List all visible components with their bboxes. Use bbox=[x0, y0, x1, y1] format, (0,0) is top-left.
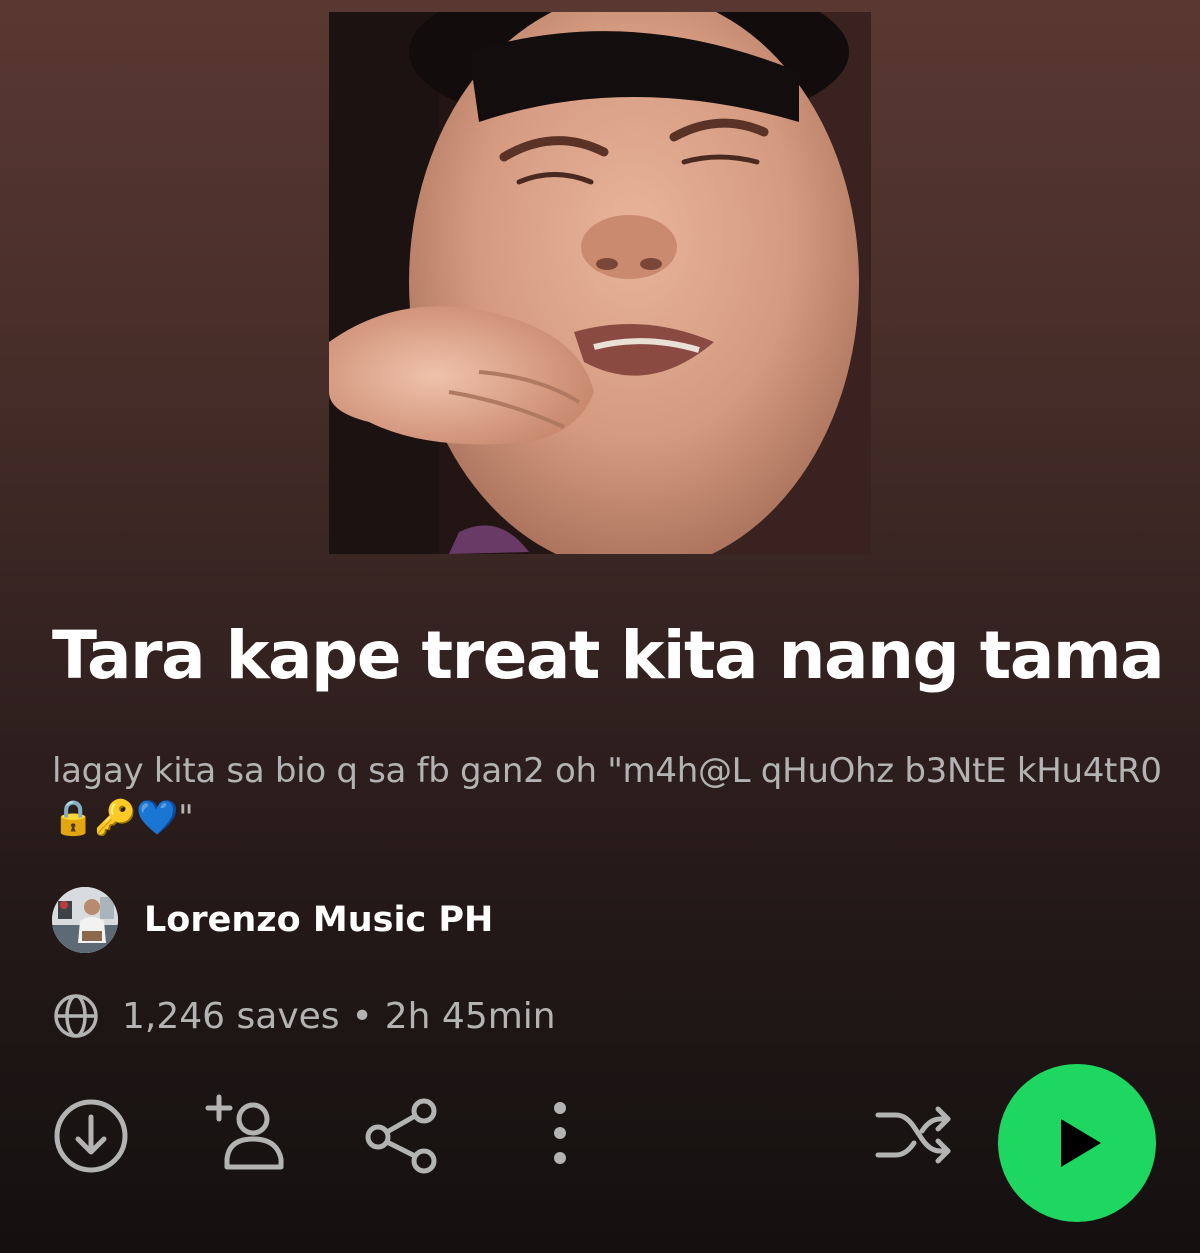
more-options-button[interactable] bbox=[540, 1097, 580, 1177]
download-icon bbox=[54, 1099, 128, 1173]
globe-icon bbox=[54, 994, 98, 1038]
download-button[interactable] bbox=[52, 1097, 130, 1175]
add-follower-button[interactable] bbox=[205, 1093, 289, 1173]
share-icon bbox=[365, 1098, 437, 1174]
owner-avatar bbox=[52, 887, 118, 953]
share-button[interactable] bbox=[362, 1097, 442, 1177]
meta-separator: • bbox=[351, 995, 373, 1037]
owner-name[interactable]: Lorenzo Music PH bbox=[144, 900, 493, 940]
play-icon bbox=[1061, 1119, 1101, 1167]
playlist-meta: 1,246 saves • 2h 45min bbox=[52, 991, 556, 1041]
shuffle-button[interactable] bbox=[872, 1097, 956, 1177]
playlist-title: Tara kape treat kita nang tama bbox=[52, 617, 1165, 694]
shuffle-icon bbox=[875, 1106, 951, 1164]
playlist-cover-image bbox=[329, 12, 871, 554]
more-options-icon bbox=[554, 1102, 566, 1164]
play-button[interactable] bbox=[998, 1064, 1156, 1222]
playlist-description: lagay kita sa bio q sa fb gan2 oh "m4h@L… bbox=[52, 751, 1162, 838]
add-person-icon bbox=[205, 1094, 284, 1170]
saves-count: 1,246 saves bbox=[122, 995, 340, 1037]
playlist-owner[interactable]: Lorenzo Music PH bbox=[52, 887, 493, 953]
action-bar bbox=[0, 1060, 1200, 1222]
playlist-duration: 2h 45min bbox=[384, 995, 556, 1037]
